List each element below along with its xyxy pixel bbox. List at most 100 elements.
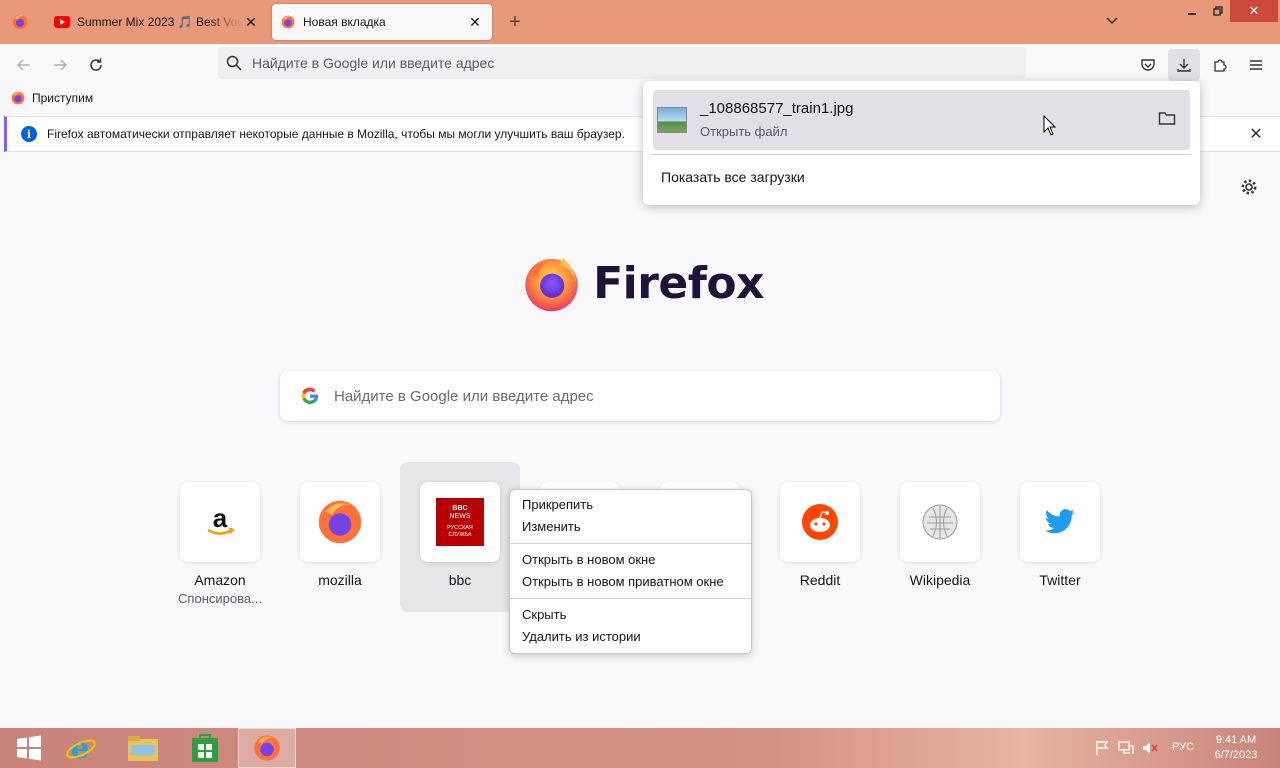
svg-text:e: e [70,732,89,764]
volume-icon[interactable] [1142,728,1158,768]
back-button[interactable] [12,53,36,77]
url-input[interactable] [252,55,952,71]
action-center-icon[interactable] [1094,728,1110,768]
reddit-icon [802,504,838,540]
firefox-view-button[interactable] [0,4,40,40]
top-site-wikipedia[interactable]: Wikipedia [880,482,1000,612]
firefox-icon [281,15,295,29]
menu-item-pin[interactable]: Прикрепить [510,494,751,516]
bookmark-getting-started[interactable]: Приступим [10,90,93,106]
svg-text:a: a [213,505,228,533]
reload-button[interactable] [84,53,108,77]
personalize-button[interactable] [1238,176,1260,198]
top-site-tile: a [180,482,260,562]
menu-item-delete-from-history[interactable]: Удалить из истории [510,626,751,648]
notification-close-button[interactable]: ✕ [1246,124,1266,144]
download-item[interactable]: _108868577_train1.jpg Открыть файл [653,90,1190,150]
firefox-icon [12,14,28,30]
newtab-search-box[interactable] [280,371,1000,421]
minimize-button[interactable] [1178,0,1206,22]
mouse-cursor-icon [1043,115,1057,136]
top-site-twitter[interactable]: Twitter [1000,482,1120,612]
menu-item-open-private-window[interactable]: Открыть в новом приватном окне [510,571,751,593]
search-icon [226,55,242,71]
downloads-panel: _108868577_train1.jpg Открыть файл Показ… [643,81,1200,205]
menu-separator [510,543,751,544]
network-icon [1118,741,1134,754]
top-site-tile [1020,482,1100,562]
image-file-icon [657,107,687,133]
app-menu-button[interactable] [1240,49,1272,81]
url-bar[interactable] [218,47,1026,79]
system-clock[interactable]: 9:41 AM 6/7/2023 [1206,733,1266,763]
bookmark-label: Приступим [32,91,94,105]
show-all-downloads-button[interactable]: Показать все загрузки [661,169,805,185]
download-filename: _108868577_train1.jpg [700,100,854,117]
chevron-down-icon [1106,17,1118,25]
volume-muted-icon [1143,742,1158,754]
top-site-label: Reddit [799,572,841,588]
flag-icon [1096,741,1109,755]
maximize-button[interactable] [1204,0,1232,22]
firefox-wordmark: Firefox [593,257,764,309]
window-close-button[interactable]: ✕ [1230,0,1278,22]
menu-item-edit[interactable]: Изменить [510,516,751,538]
puzzle-icon [1214,59,1227,72]
network-icon[interactable] [1118,728,1134,768]
start-button[interactable] [0,728,58,768]
taskbar-firefox[interactable] [238,728,296,768]
wikipedia-icon [922,504,958,540]
newtab-search-input[interactable] [334,387,974,405]
bbc-tile-text: СЛУЖБА [448,532,471,538]
windows-taskbar: e РУС 9:41 AM 6/7/2023 [0,728,1280,768]
tab-youtube[interactable]: Summer Mix 2023 🎵 Best Vocal ✕ [46,4,268,40]
pocket-button[interactable] [1132,49,1164,81]
panel-separator [651,154,1192,155]
top-site-context-menu: Прикрепить Изменить Открыть в новом окне… [509,489,752,654]
top-site-label: Twitter [1039,572,1081,588]
tab-close-button[interactable]: ✕ [466,14,484,31]
top-site-label: Wikipedia [909,572,971,588]
pocket-icon [1141,59,1155,71]
menu-item-dismiss[interactable]: Скрыть [510,604,751,626]
gear-icon [1241,179,1257,195]
downloads-button[interactable] [1168,49,1200,81]
top-site-reddit[interactable]: Reddit [760,482,880,612]
hamburger-icon [1250,60,1262,70]
google-icon [301,387,318,405]
input-language[interactable]: РУС [1172,741,1194,753]
show-in-folder-button[interactable] [1158,110,1180,130]
store-icon [192,734,218,762]
taskbar-internet-explorer[interactable]: e [52,728,110,768]
forward-button[interactable] [48,53,72,77]
top-site-label: mozilla [318,572,362,588]
extensions-button[interactable] [1204,49,1236,81]
bbc-tile-text: BBC [452,505,467,512]
folder-icon [128,736,158,761]
tab-new-tab[interactable]: Новая вкладка ✕ [272,4,492,40]
reload-icon [90,58,102,71]
firefox-icon [11,91,25,105]
firefox-icon [318,500,362,544]
arrow-left-icon [16,59,30,71]
top-site-amazon[interactable]: a Amazon Спонсирова... [160,482,280,612]
firefox-logo-icon [525,258,578,312]
bbc-tile-text: РУССКАЯ [447,525,473,531]
tab-title: Новая вкладка [303,15,386,29]
list-all-tabs-button[interactable] [1104,12,1124,32]
firefox-branding: Firefox [524,240,764,326]
folder-icon [1158,112,1176,125]
top-site-tile [900,482,980,562]
top-site-bbc[interactable]: BBC NEWS РУССКАЯ СЛУЖБА bbc [400,462,520,612]
info-icon: i [21,126,37,142]
taskbar-file-explorer[interactable] [114,728,172,768]
new-tab-button[interactable]: + [503,10,527,34]
tab-close-button[interactable]: ✕ [242,14,260,31]
top-site-label: bbc [448,572,472,588]
top-site-mozilla[interactable]: mozilla [280,482,400,612]
internet-explorer-icon: e [66,732,96,764]
top-site-tile [780,482,860,562]
menu-item-open-new-window[interactable]: Открыть в новом окне [510,549,751,571]
taskbar-store[interactable] [176,728,234,768]
download-icon [1177,59,1191,72]
